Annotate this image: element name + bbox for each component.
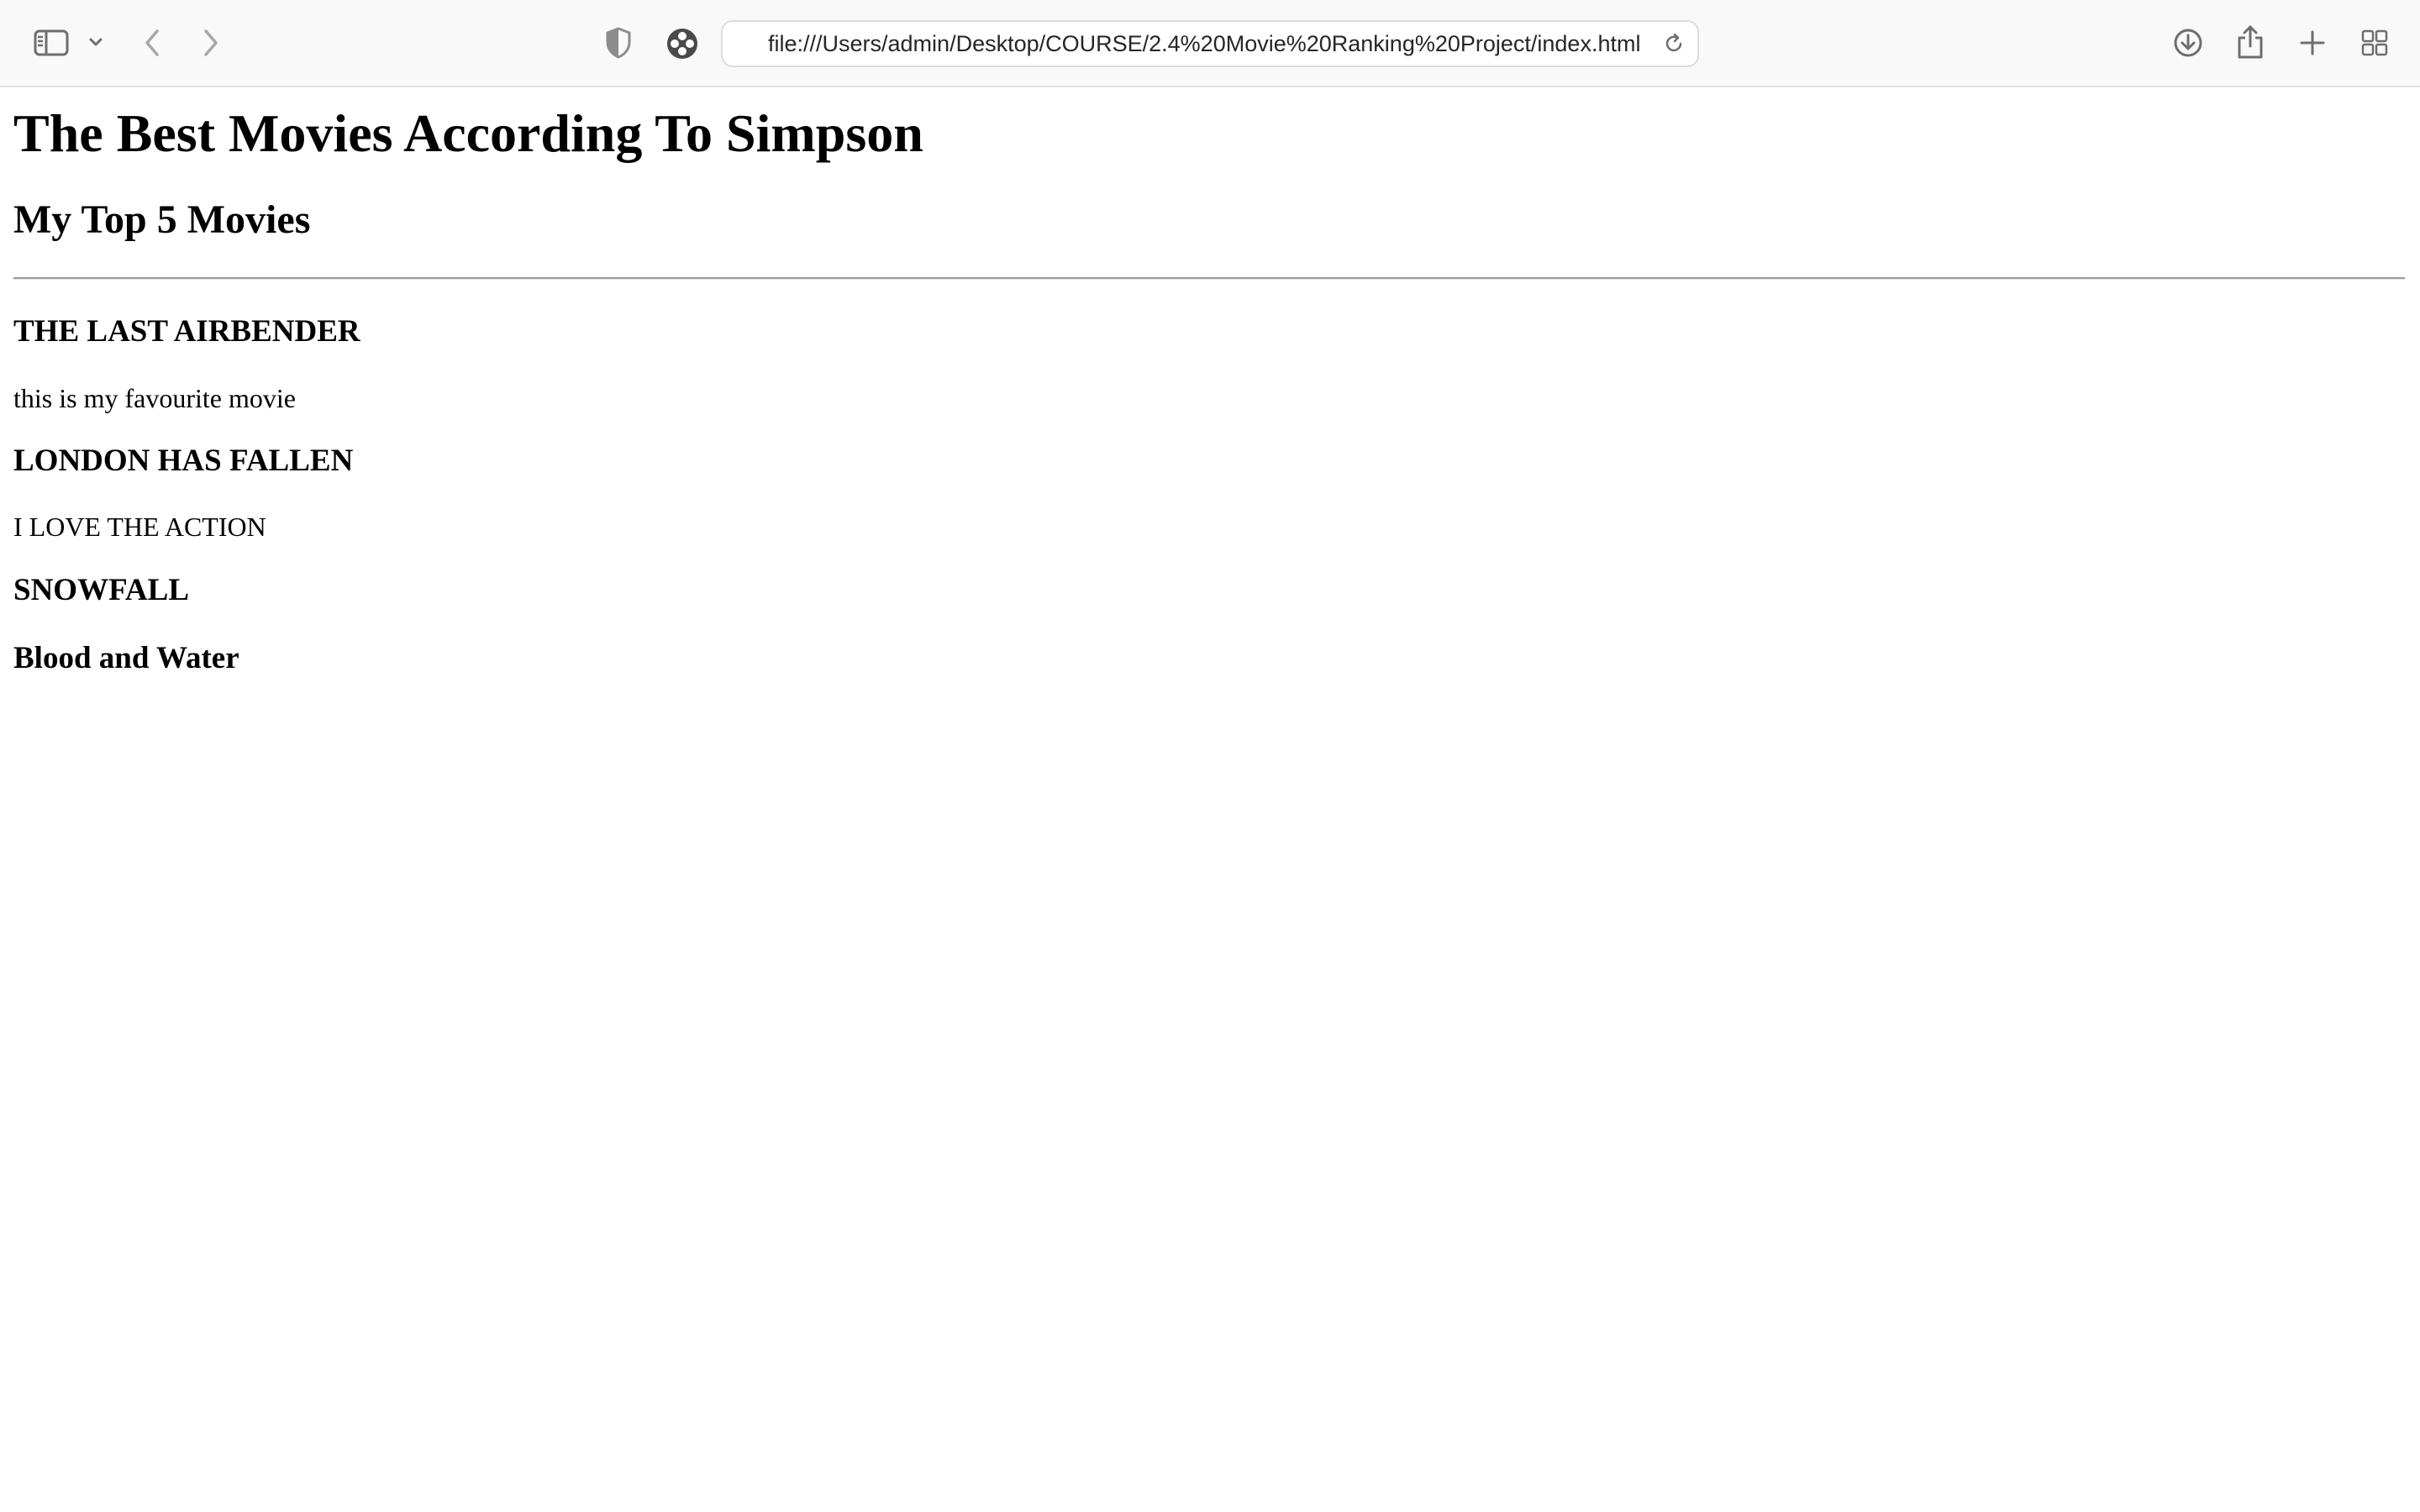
plus-icon[interactable] xyxy=(2297,25,2328,60)
privacy-shield-icon[interactable] xyxy=(603,25,634,60)
share-icon[interactable] xyxy=(2235,22,2265,62)
movie-title: SNOWFALL xyxy=(13,573,190,607)
sidebar-icon[interactable] xyxy=(30,24,72,62)
reload-icon[interactable] xyxy=(1662,32,1686,55)
extension-icon[interactable] xyxy=(664,25,701,62)
address-text: file:///Users/admin/Desktop/COURSE/2.4%2… xyxy=(768,31,1641,56)
movie-title: THE LAST AIRBENDER xyxy=(13,314,360,349)
chevron-down-icon[interactable] xyxy=(86,30,106,54)
movie-description: I LOVE THE ACTION xyxy=(13,512,266,542)
browser-toolbar: file:///Users/admin/Desktop/COURSE/2.4%2… xyxy=(0,0,2420,87)
movie-description: this is my favourite movie xyxy=(13,383,296,413)
back-arrow-icon[interactable] xyxy=(139,24,165,62)
movie-title: LONDON HAS FALLEN xyxy=(13,444,354,478)
movie-title: Blood and Water xyxy=(13,641,239,675)
page-subtitle: My Top 5 Movies xyxy=(13,197,311,242)
page-title: The Best Movies According To Simpson xyxy=(13,103,923,163)
divider xyxy=(13,277,2405,280)
tab-overview-icon[interactable] xyxy=(2358,25,2391,60)
forward-arrow-icon[interactable] xyxy=(198,24,224,62)
download-icon[interactable] xyxy=(2171,25,2205,60)
address-bar[interactable]: file:///Users/admin/Desktop/COURSE/2.4%2… xyxy=(721,20,1699,67)
